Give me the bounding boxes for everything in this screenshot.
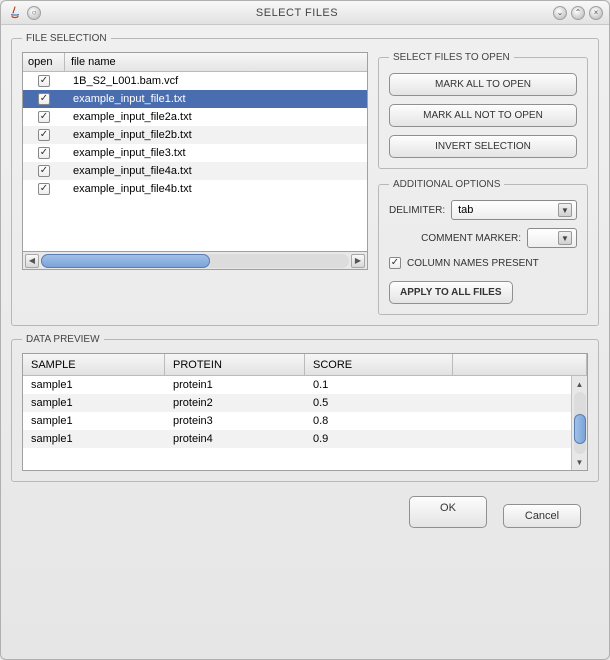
apply-to-all-button[interactable]: APPLY TO ALL FILES bbox=[389, 281, 513, 304]
select-files-panel: SELECT FILES TO OPEN MARK ALL TO OPEN MA… bbox=[378, 52, 588, 169]
preview-row[interactable]: sample1protein30.8 bbox=[23, 412, 571, 430]
window-title: SELECT FILES bbox=[41, 7, 553, 19]
preview-col-protein[interactable]: PROTEIN bbox=[165, 354, 305, 375]
additional-options-panel: ADDITIONAL OPTIONS DELIMITER: tab ▼ COMM… bbox=[378, 179, 588, 315]
preview-cell: protein4 bbox=[165, 433, 305, 445]
preview-row[interactable]: sample1protein20.5 bbox=[23, 394, 571, 412]
mark-all-not-open-button[interactable]: MARK ALL NOT TO OPEN bbox=[389, 104, 577, 127]
preview-cell: 0.1 bbox=[305, 379, 453, 391]
minimize-button[interactable]: ⌄ bbox=[553, 6, 567, 20]
additional-options-legend: ADDITIONAL OPTIONS bbox=[389, 179, 504, 190]
file-open-checkbox[interactable]: ✓ bbox=[38, 129, 50, 141]
file-row[interactable]: ✓ example_input_file1.txt bbox=[23, 90, 367, 108]
col-header-open[interactable]: open bbox=[23, 53, 65, 71]
preview-cell: sample1 bbox=[23, 433, 165, 445]
java-icon bbox=[7, 5, 23, 21]
column-names-label: COLUMN NAMES PRESENT bbox=[407, 258, 539, 269]
close-button[interactable]: × bbox=[589, 6, 603, 20]
file-name-label: example_input_file2a.txt bbox=[65, 111, 367, 123]
file-open-checkbox[interactable]: ✓ bbox=[38, 75, 50, 87]
column-names-checkbox[interactable]: ✓ bbox=[389, 257, 401, 269]
delimiter-combo[interactable]: tab ▼ bbox=[451, 200, 577, 220]
file-open-checkbox[interactable]: ✓ bbox=[38, 165, 50, 177]
titlebar-menu-button[interactable]: ○ bbox=[27, 6, 41, 20]
comment-marker-label: COMMENT MARKER: bbox=[421, 233, 521, 244]
scroll-right-icon[interactable]: ▶ bbox=[351, 254, 365, 268]
preview-cell: protein1 bbox=[165, 379, 305, 391]
file-open-checkbox[interactable]: ✓ bbox=[38, 147, 50, 159]
preview-cell: protein3 bbox=[165, 415, 305, 427]
file-row[interactable]: ✓ example_input_file2a.txt bbox=[23, 108, 367, 126]
file-row[interactable]: ✓ 1B_S2_L001.bam.vcf bbox=[23, 72, 367, 90]
preview-table: SAMPLE PROTEIN SCORE sample1protein10.1s… bbox=[22, 353, 588, 471]
preview-header: SAMPLE PROTEIN SCORE bbox=[23, 354, 587, 376]
chevron-down-icon: ▼ bbox=[558, 203, 572, 217]
file-open-checkbox[interactable]: ✓ bbox=[38, 93, 50, 105]
file-selection-legend: FILE SELECTION bbox=[22, 33, 111, 44]
preview-row[interactable]: sample1protein10.1 bbox=[23, 376, 571, 394]
preview-cell: sample1 bbox=[23, 379, 165, 391]
dialog-window: ○ SELECT FILES ⌄ ⌃ × FILE SELECTION open… bbox=[0, 0, 610, 660]
file-name-label: example_input_file1.txt bbox=[65, 93, 367, 105]
delimiter-label: DELIMITER: bbox=[389, 205, 445, 216]
file-name-label: example_input_file3.txt bbox=[65, 147, 367, 159]
file-selection-group: FILE SELECTION open file name ✓ 1B_S2_L00… bbox=[11, 33, 599, 326]
col-header-name[interactable]: file name bbox=[65, 53, 367, 71]
scroll-up-icon[interactable]: ▲ bbox=[574, 378, 586, 390]
data-preview-group: DATA PREVIEW SAMPLE PROTEIN SCORE sample… bbox=[11, 334, 599, 482]
preview-cell: 0.5 bbox=[305, 397, 453, 409]
preview-col-sample[interactable]: SAMPLE bbox=[23, 354, 165, 375]
select-files-legend: SELECT FILES TO OPEN bbox=[389, 52, 514, 63]
scroll-down-icon[interactable]: ▼ bbox=[574, 456, 586, 468]
file-open-checkbox[interactable]: ✓ bbox=[38, 183, 50, 195]
preview-vscroll[interactable]: ▲ ▼ bbox=[571, 376, 587, 470]
data-preview-legend: DATA PREVIEW bbox=[22, 334, 104, 345]
cancel-button[interactable]: Cancel bbox=[503, 504, 581, 528]
preview-cell: 0.8 bbox=[305, 415, 453, 427]
preview-cell: sample1 bbox=[23, 397, 165, 409]
file-row[interactable]: ✓ example_input_file4b.txt bbox=[23, 180, 367, 198]
preview-cell: 0.9 bbox=[305, 433, 453, 445]
preview-col-score[interactable]: SCORE bbox=[305, 354, 453, 375]
file-name-label: example_input_file4a.txt bbox=[65, 165, 367, 177]
preview-cell: sample1 bbox=[23, 415, 165, 427]
file-name-label: 1B_S2_L001.bam.vcf bbox=[65, 75, 367, 87]
file-name-label: example_input_file4b.txt bbox=[65, 183, 367, 195]
file-row[interactable]: ✓ example_input_file3.txt bbox=[23, 144, 367, 162]
hscroll-track[interactable] bbox=[41, 254, 349, 268]
vscroll-track[interactable] bbox=[574, 392, 586, 454]
invert-selection-button[interactable]: INVERT SELECTION bbox=[389, 135, 577, 158]
preview-cell: protein2 bbox=[165, 397, 305, 409]
hscroll-thumb[interactable] bbox=[41, 254, 210, 268]
titlebar: ○ SELECT FILES ⌄ ⌃ × bbox=[1, 1, 609, 25]
file-row[interactable]: ✓ example_input_file4a.txt bbox=[23, 162, 367, 180]
mark-all-open-button[interactable]: MARK ALL TO OPEN bbox=[389, 73, 577, 96]
file-open-checkbox[interactable]: ✓ bbox=[38, 111, 50, 123]
preview-col-empty bbox=[453, 354, 587, 375]
ok-button[interactable]: OK bbox=[409, 496, 487, 528]
file-list[interactable]: open file name ✓ 1B_S2_L001.bam.vcf ✓ examp… bbox=[22, 52, 368, 252]
file-list-hscroll[interactable]: ◀ ▶ bbox=[22, 252, 368, 270]
file-list-header: open file name bbox=[23, 53, 367, 72]
vscroll-thumb[interactable] bbox=[574, 414, 586, 444]
file-row[interactable]: ✓ example_input_file2b.txt bbox=[23, 126, 367, 144]
delimiter-value: tab bbox=[458, 204, 558, 216]
scroll-left-icon[interactable]: ◀ bbox=[25, 254, 39, 268]
comment-marker-combo[interactable]: ▼ bbox=[527, 228, 577, 248]
chevron-down-icon: ▼ bbox=[558, 231, 572, 245]
file-name-label: example_input_file2b.txt bbox=[65, 129, 367, 141]
maximize-button[interactable]: ⌃ bbox=[571, 6, 585, 20]
preview-row[interactable]: sample1protein40.9 bbox=[23, 430, 571, 448]
